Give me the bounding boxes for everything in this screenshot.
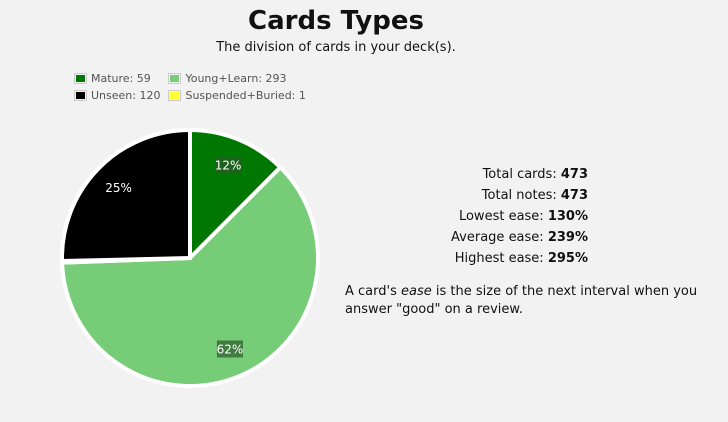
pie-label: 12% bbox=[215, 156, 242, 174]
pie-label: 62% bbox=[217, 340, 244, 358]
stat-average-ease: Average ease: 239% bbox=[451, 230, 588, 245]
stat-total-notes: Total notes: 473 bbox=[481, 188, 588, 203]
ease-note: A card's ease is the size of the next in… bbox=[345, 284, 698, 317]
svg-text:62%: 62% bbox=[217, 342, 244, 356]
stat-total-cards: Total cards: 473 bbox=[482, 167, 588, 182]
stat-highest-ease: Highest ease: 295% bbox=[454, 251, 588, 266]
pie-label: 25% bbox=[105, 179, 132, 197]
stat-lowest-ease: Lowest ease: 130% bbox=[458, 209, 588, 224]
svg-text:12%: 12% bbox=[215, 159, 242, 173]
stats-table: Total cards: 473 Total notes: 473 Lowest… bbox=[400, 164, 588, 269]
pie-chart: 12% 62% 25% bbox=[59, 127, 320, 388]
svg-text:25%: 25% bbox=[105, 181, 132, 195]
